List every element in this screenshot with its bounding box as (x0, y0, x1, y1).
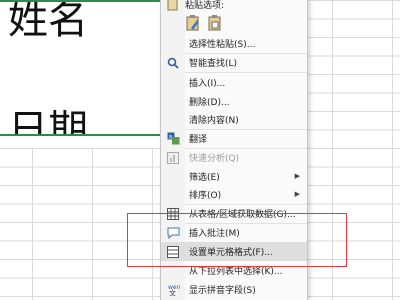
paste-options-header: 粘贴选项: (185, 1, 225, 11)
paste-header-icon (165, 0, 181, 15)
submenu-arrow-icon: ▶ (294, 172, 300, 180)
menu-item-filter[interactable]: 筛选(E) ▶ (161, 167, 307, 186)
menu-item-delete[interactable]: 删除(D)... (161, 92, 307, 111)
menu-item-smart-lookup[interactable]: 智能查找(L) (161, 53, 307, 72)
selection-border-top (0, 0, 160, 2)
annotation-highlight-box (127, 213, 347, 267)
cell-text-date: 日期 (8, 110, 88, 136)
menu-item-insert[interactable]: 插入(I)... (161, 73, 307, 92)
menu-item-show-phonetic[interactable]: wen 文 显示拼音字段(S) (161, 280, 307, 299)
menu-item-clear-contents[interactable]: 清除内容(N) (161, 110, 307, 129)
paste-values-icon[interactable] (207, 14, 223, 36)
quick-analysis-icon (161, 148, 185, 167)
paste-options-icons (185, 14, 223, 36)
menu-item-quick-analysis[interactable]: 快速分析(Q) (161, 148, 307, 167)
svg-text:a: a (168, 134, 172, 141)
phonetic-icon: wen 文 (161, 280, 185, 299)
search-icon (161, 53, 185, 72)
svg-text:文: 文 (169, 289, 176, 297)
menu-item-translate[interactable]: a 翻译 (161, 129, 307, 148)
cell-text-name: 姓名 (8, 0, 88, 43)
merged-cell[interactable]: 姓名 日期 (0, 0, 160, 148)
selection-border-bottom (0, 134, 160, 136)
translate-icon: a (161, 129, 185, 148)
menu-item-paste-special[interactable]: 选择性粘贴(S)... (161, 34, 307, 53)
submenu-arrow-icon: ▶ (294, 190, 300, 198)
paste-icon[interactable] (185, 14, 201, 36)
menu-item-sort[interactable]: 排序(O) ▶ (161, 185, 307, 204)
